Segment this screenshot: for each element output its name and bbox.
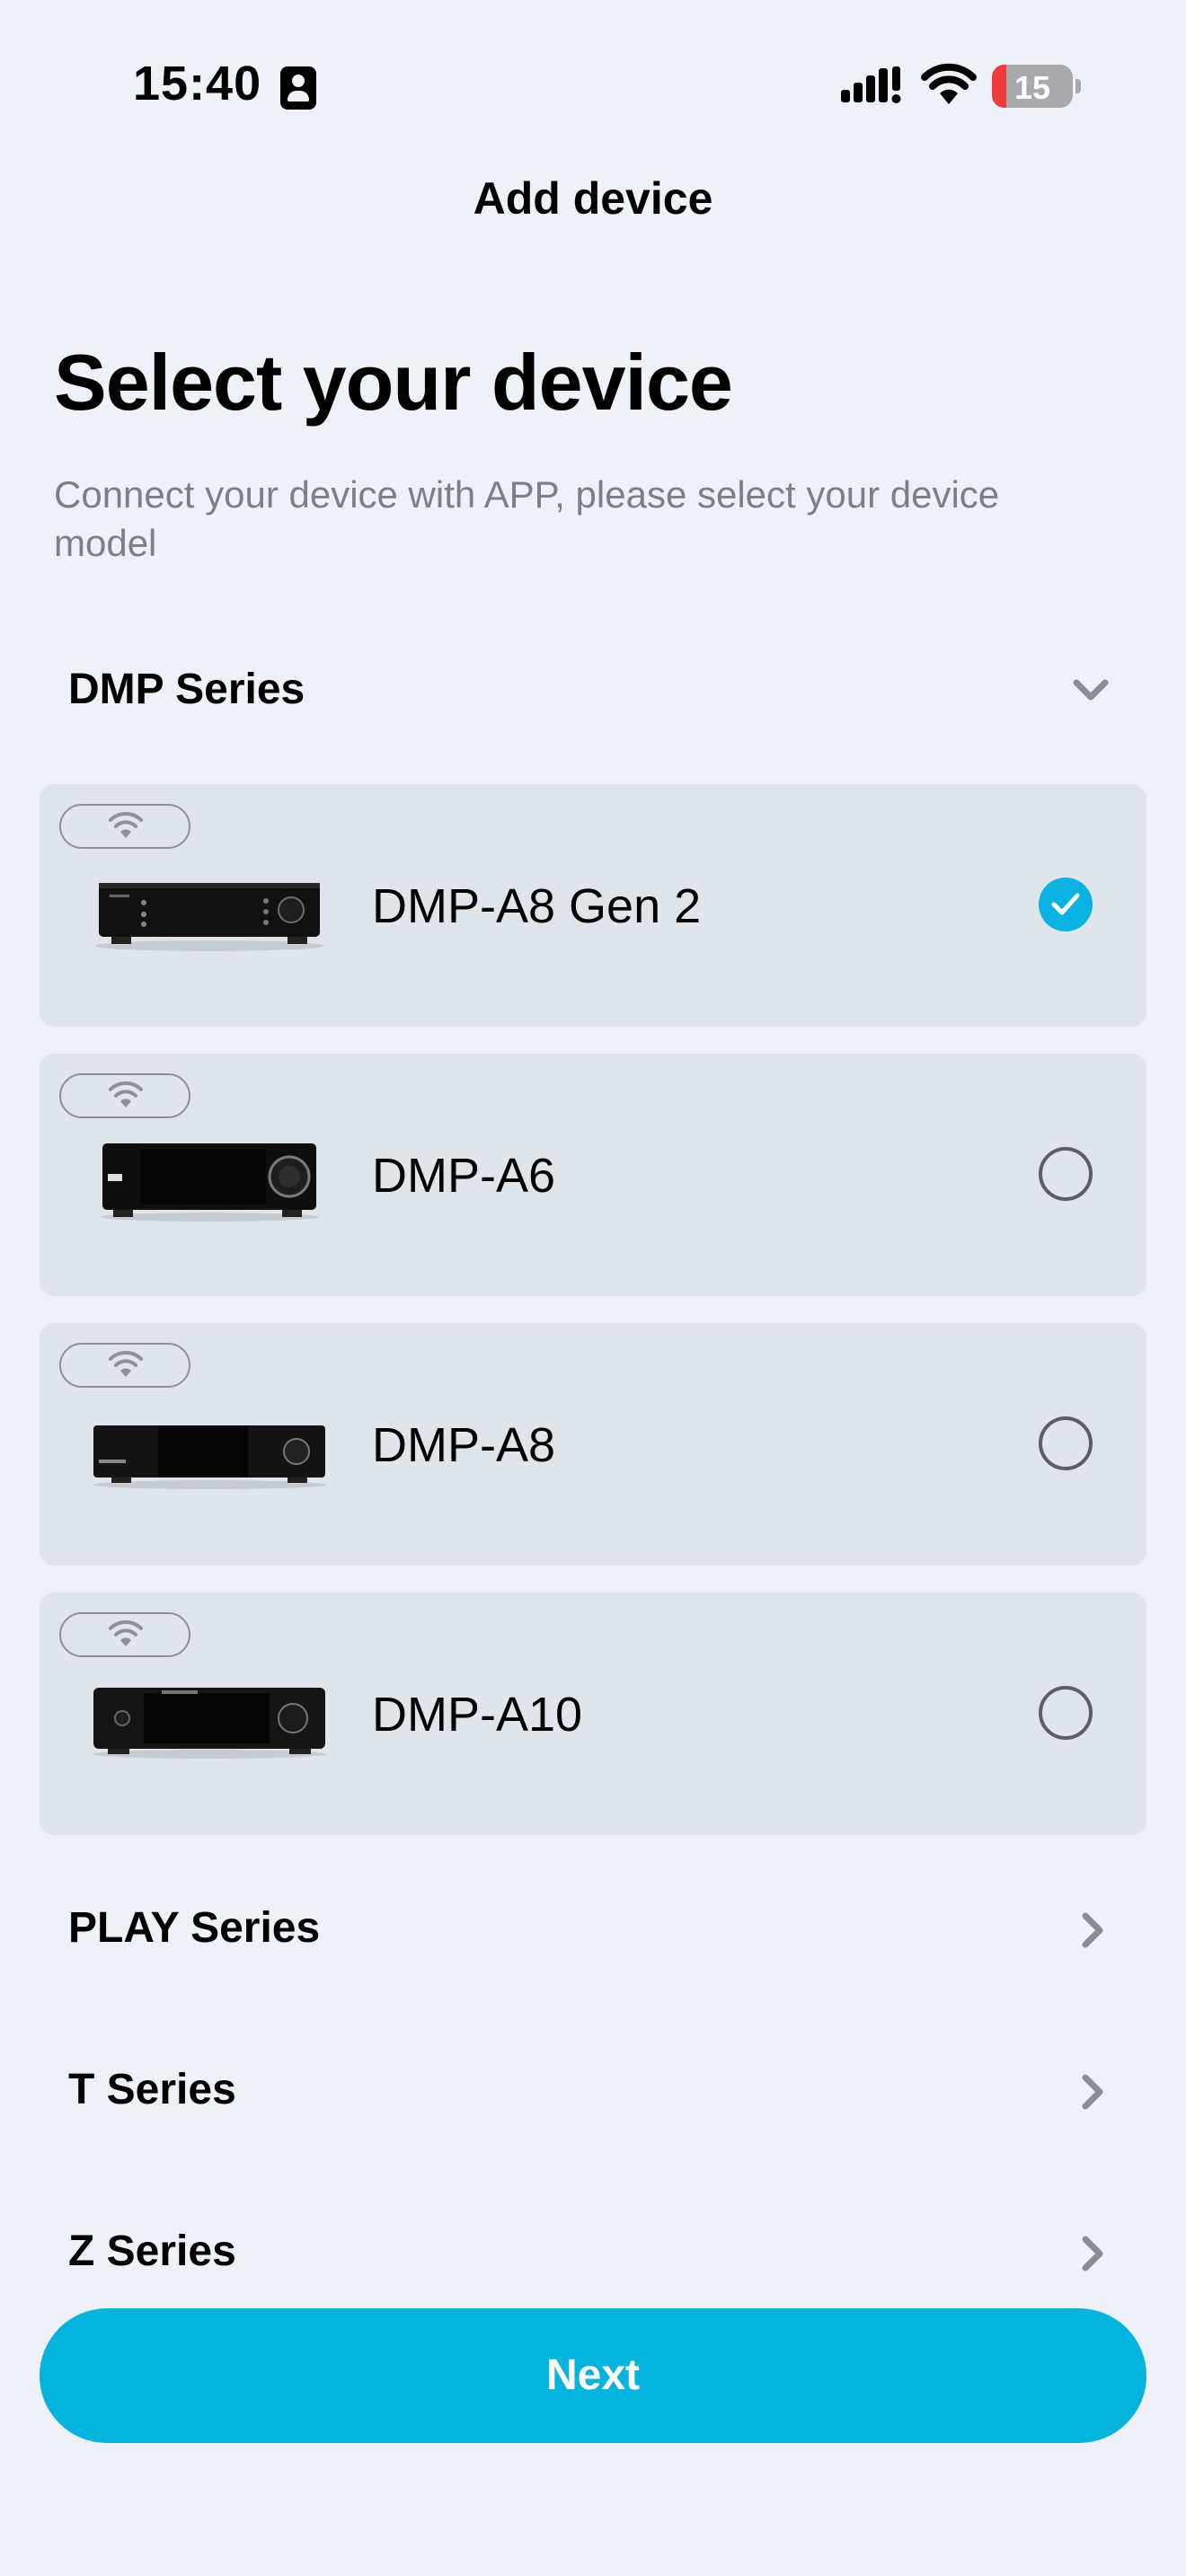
- series-t[interactable]: T Series: [40, 2045, 1146, 2135]
- device-card-dmp-a8[interactable]: DMP-A8: [40, 1323, 1146, 1566]
- series-label: T Series: [68, 2066, 236, 2113]
- heading: Select your device: [54, 338, 733, 427]
- radio-unselected[interactable]: [1039, 1416, 1093, 1470]
- battery-level: 15: [1013, 69, 1051, 106]
- status-bar: 15:40 15: [0, 0, 1186, 171]
- wifi-icon: [109, 1350, 143, 1377]
- device-name: DMP-A6: [372, 1149, 556, 1203]
- series-label: Z Series: [68, 2228, 236, 2275]
- wifi-badge: [59, 1343, 190, 1388]
- chevron-right-icon: [1082, 2236, 1103, 2272]
- chevron-right-icon: [1082, 2074, 1103, 2110]
- checkmark-icon: [1051, 893, 1080, 915]
- battery-icon: 15: [992, 65, 1073, 108]
- device-name: DMP-A10: [372, 1688, 583, 1742]
- series-label: PLAY Series: [68, 1904, 321, 1952]
- wifi-icon: [109, 1081, 143, 1107]
- wifi-badge: [59, 1073, 190, 1118]
- next-button[interactable]: Next: [40, 2308, 1146, 2443]
- subtitle: Connect your device with APP, please sel…: [54, 473, 1000, 564]
- wifi-icon: [109, 811, 143, 838]
- chevron-down-icon: [1073, 679, 1109, 701]
- wifi-badge: [59, 804, 190, 849]
- page-title: Add device: [473, 173, 713, 224]
- radio-unselected[interactable]: [1039, 1147, 1093, 1201]
- device-card-dmp-a10[interactable]: DMP-A10: [40, 1592, 1146, 1835]
- wifi-icon: [109, 1619, 143, 1646]
- battery-tip: [1075, 79, 1081, 93]
- contact-card-icon: [280, 66, 316, 110]
- device-name: DMP-A8 Gen 2: [372, 879, 702, 933]
- device-image: [93, 1688, 326, 1759]
- chevron-right-icon: [1082, 1912, 1103, 1948]
- series-label: DMP Series: [68, 666, 305, 713]
- wifi-icon: [921, 63, 977, 104]
- series-dmp[interactable]: DMP Series: [40, 645, 1146, 735]
- device-card-dmp-a8-gen2[interactable]: DMP-A8 Gen 2: [40, 784, 1146, 1027]
- device-image: [93, 1425, 326, 1489]
- device-card-dmp-a6[interactable]: DMP-A6: [40, 1054, 1146, 1296]
- wifi-badge: [59, 1612, 190, 1657]
- device-name: DMP-A8: [372, 1418, 556, 1472]
- radio-selected[interactable]: [1039, 878, 1093, 931]
- device-image: [94, 883, 324, 951]
- series-play[interactable]: PLAY Series: [40, 1883, 1146, 1973]
- device-image: [100, 1143, 319, 1222]
- status-time: 15:40: [133, 57, 262, 110]
- radio-unselected[interactable]: [1039, 1686, 1093, 1740]
- signal-icon: [841, 66, 901, 103]
- series-z[interactable]: Z Series: [40, 2207, 1146, 2297]
